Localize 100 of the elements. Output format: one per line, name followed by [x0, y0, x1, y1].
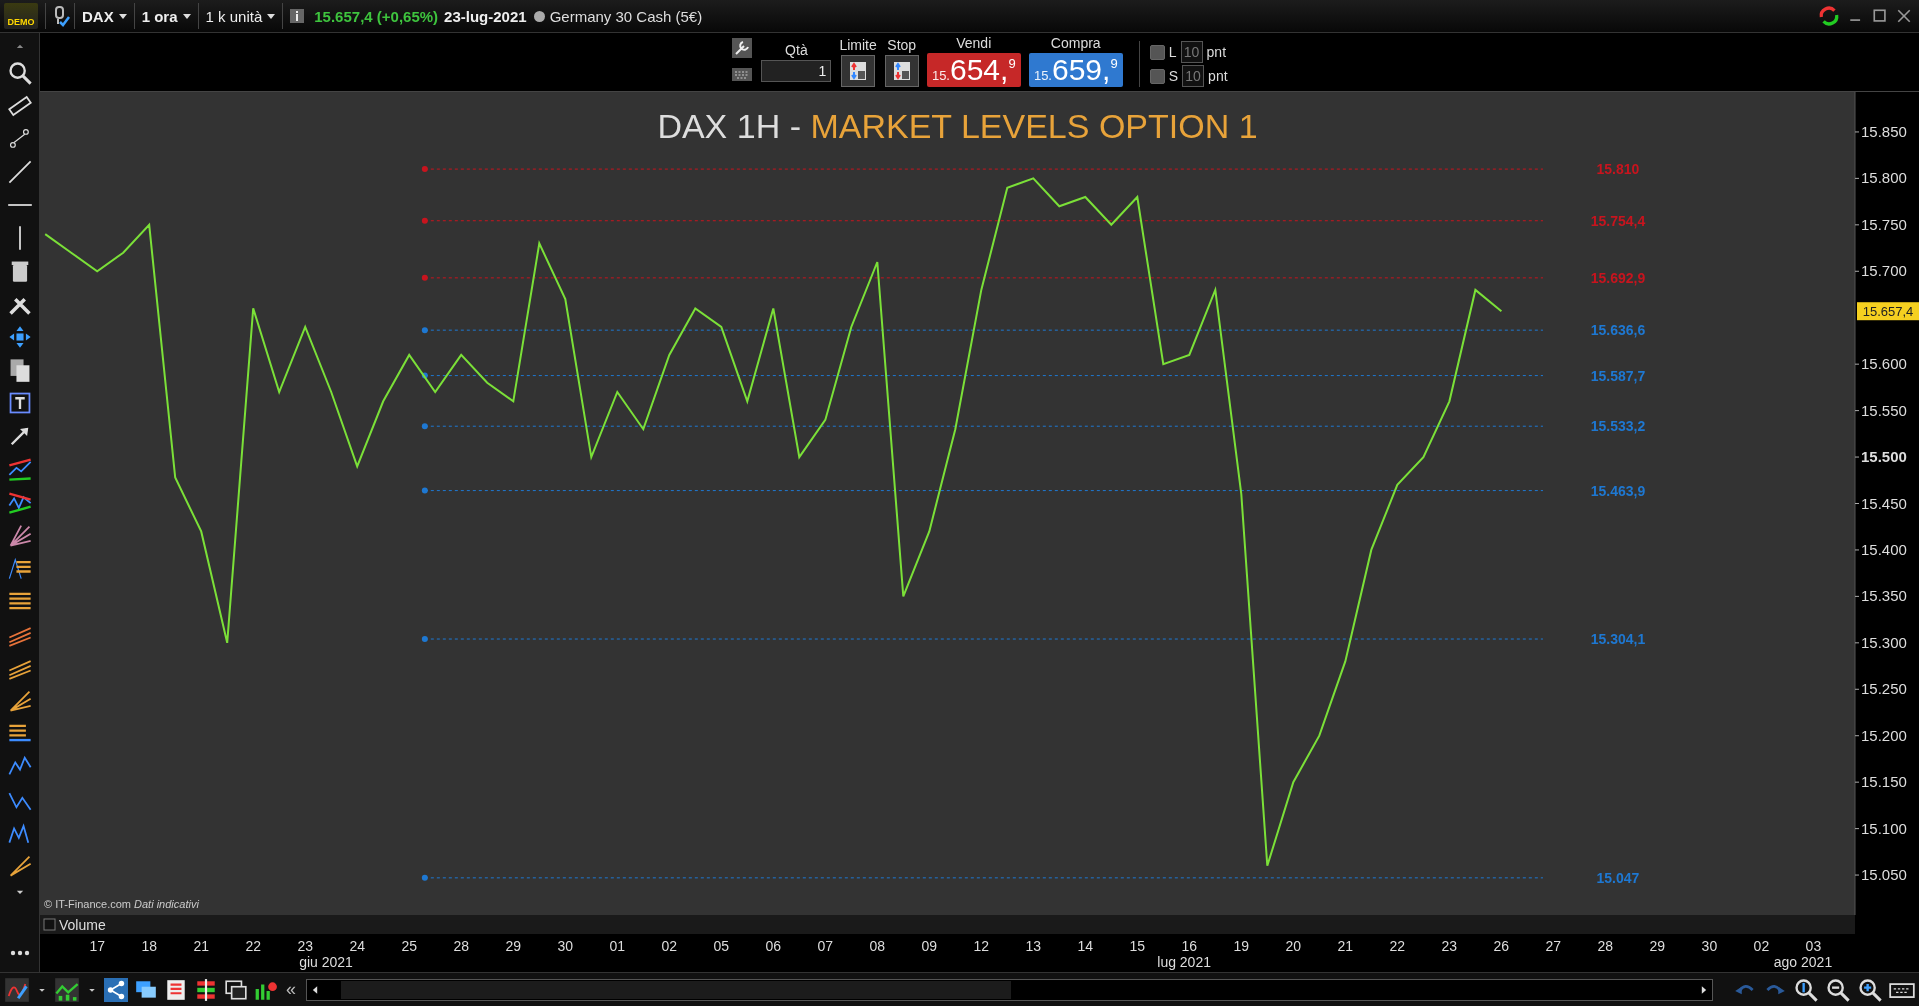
- limit-label: Limite: [839, 37, 877, 53]
- pencil-icon[interactable]: [4, 976, 30, 1003]
- option-label: L: [1168, 44, 1177, 60]
- volume-checkbox[interactable]: [43, 918, 56, 931]
- level-label: 15.533,2: [1590, 418, 1646, 435]
- level-label: 15.304,1: [1590, 631, 1646, 648]
- price-axis-label: 15.550: [1861, 401, 1907, 419]
- copyright-note: © IT-Finance.com Dati indicativi: [44, 898, 199, 910]
- stop-label: Stop: [887, 37, 917, 53]
- buy-label: Compra: [1050, 35, 1101, 51]
- pivot-dot: [421, 874, 428, 881]
- price-axis-label: 15.750: [1861, 215, 1907, 233]
- date-axis-label: 23: [297, 938, 313, 954]
- quantity-label: Qtà: [785, 42, 808, 58]
- wrench-icon[interactable]: [731, 37, 754, 59]
- option-checkbox[interactable]: [1149, 44, 1165, 60]
- date-axis-label: 15: [1129, 938, 1146, 954]
- price-axis-label: 15.300: [1861, 633, 1907, 651]
- price-axis-label: 15.350: [1861, 587, 1907, 605]
- dropdown[interactable]: 1 k unità: [201, 7, 280, 25]
- date-axis-label: 13: [1025, 938, 1042, 954]
- refresh-icon[interactable]: [1817, 4, 1841, 28]
- zoom-fit-icon[interactable]: [1793, 976, 1819, 1003]
- date-axis-label: 21: [1337, 938, 1354, 954]
- points-field[interactable]: 10: [1180, 41, 1203, 63]
- trend-channel-icon[interactable]: [6, 456, 33, 482]
- date-axis-label: 03: [1805, 938, 1822, 954]
- date-axis-label: 21: [193, 938, 209, 954]
- quantity-field[interactable]: 1: [761, 60, 832, 82]
- search-icon[interactable]: [6, 60, 33, 86]
- price-axis-label: 15.100: [1861, 819, 1907, 837]
- date-axis-label: 02: [1753, 938, 1770, 954]
- sell-label: Vendi: [956, 35, 992, 51]
- price-axis-label: 15.600: [1861, 355, 1907, 373]
- close-icon[interactable]: [1895, 7, 1913, 25]
- collapse-button[interactable]: «: [284, 979, 298, 1000]
- chart-type-icon[interactable]: [54, 976, 80, 1003]
- demo-badge: DEMO: [4, 3, 38, 29]
- pivot-dot: [421, 217, 428, 224]
- date-axis-label: 06: [765, 938, 782, 954]
- date-axis-label: 29: [505, 938, 522, 954]
- status-dot: [533, 10, 545, 22]
- date-axis-label: 08: [869, 938, 886, 954]
- price-axis-label: 15.050: [1861, 866, 1907, 884]
- date-axis-label: 30: [557, 938, 574, 954]
- chart-title: DAX 1H - MARKET LEVELS OPTION 1: [657, 107, 1258, 145]
- bars-icon[interactable]: [194, 977, 218, 1002]
- date-axis-label: 27: [1545, 938, 1562, 954]
- level-label: 15.636,6: [1590, 322, 1646, 339]
- price-axis-label: 15.150: [1861, 773, 1907, 791]
- stop-order-button[interactable]: [884, 55, 919, 87]
- date-axis-label: 16: [1181, 938, 1198, 954]
- date-axis-label: 01: [609, 938, 626, 954]
- date-axis-label: 02: [661, 938, 678, 954]
- list-icon[interactable]: [164, 977, 188, 1002]
- date-axis-label: 26: [1493, 938, 1510, 954]
- pivot-dot: [421, 327, 428, 334]
- price-axis-label: 15.450: [1861, 494, 1907, 512]
- dropdown[interactable]: 1 ora: [137, 7, 195, 25]
- date-axis-label: 18: [141, 938, 157, 954]
- date-axis-label: 19: [1233, 938, 1250, 954]
- scrollbar[interactable]: [306, 978, 1713, 1001]
- zoom-in-icon[interactable]: [1857, 976, 1883, 1003]
- share-icon[interactable]: [104, 977, 128, 1002]
- date-axis-label: 09: [921, 938, 938, 954]
- instrument-name: Germany 30 Cash (5€): [549, 7, 703, 25]
- price-axis-label: 15.200: [1861, 726, 1907, 744]
- level-label: 15.754,4: [1590, 212, 1646, 229]
- date-axis-label: 23: [1441, 938, 1458, 954]
- pivot-dot: [421, 372, 428, 379]
- date-axis-label: 22: [1389, 938, 1406, 954]
- price-axis-label: 15.400: [1861, 540, 1907, 558]
- date-axis-label: 28: [1597, 938, 1614, 954]
- month-label: giu 2021: [299, 954, 353, 970]
- month-label: ago 2021: [1773, 954, 1833, 970]
- date-axis-label: 14: [1077, 938, 1094, 954]
- price-axis-label: 15.250: [1861, 680, 1907, 698]
- date-axis-label: 22: [245, 938, 261, 954]
- volume-label: Volume: [59, 917, 106, 933]
- level-label: 15.047: [1596, 869, 1640, 886]
- date-axis-label: 29: [1649, 938, 1666, 954]
- option-checkbox[interactable]: [1149, 68, 1165, 84]
- windows-icon[interactable]: [224, 977, 248, 1002]
- points-field[interactable]: 10: [1182, 65, 1205, 87]
- unit-label: pnt: [1208, 68, 1228, 84]
- unit-label: pnt: [1206, 44, 1227, 60]
- date-axis-label: 05: [713, 938, 730, 954]
- option-label: S: [1168, 68, 1179, 84]
- dropdown[interactable]: DAX: [78, 7, 131, 25]
- limit-order-button[interactable]: [841, 55, 876, 87]
- pivot-dot: [421, 166, 428, 173]
- ruler-icon[interactable]: [6, 93, 33, 119]
- price-axis-label: 15.700: [1861, 262, 1907, 280]
- pivot-dot: [421, 423, 428, 430]
- fibonacci-icon[interactable]: [6, 555, 33, 581]
- date-axis-label: 12: [973, 938, 990, 954]
- level-label: 15.810: [1596, 161, 1640, 178]
- zoom-out-icon[interactable]: [1825, 976, 1851, 1003]
- maximize-icon[interactable]: [1871, 7, 1889, 25]
- line-icon[interactable]: [6, 159, 33, 185]
